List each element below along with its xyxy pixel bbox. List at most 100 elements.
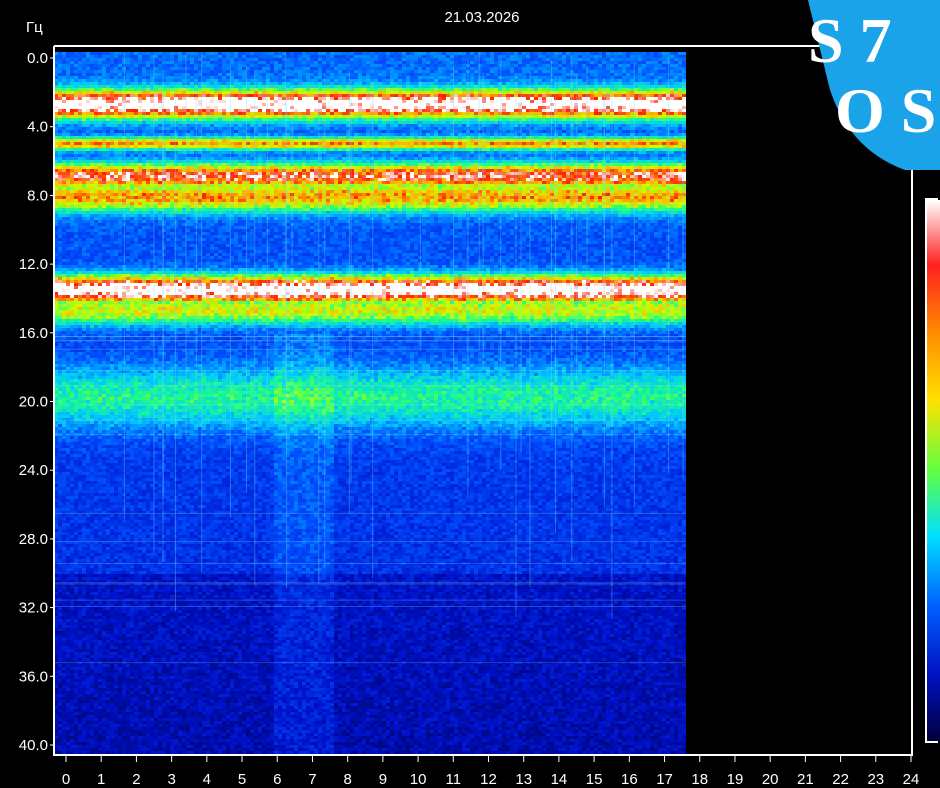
heatmap-cell	[542, 52, 546, 55]
heatmap-cell	[94, 52, 98, 55]
heatmap-cell	[434, 58, 438, 61]
heatmap-cell	[102, 73, 106, 76]
heatmap-cell	[446, 64, 450, 67]
heatmap-cell	[670, 52, 674, 55]
heatmap-cell	[598, 70, 602, 73]
heatmap-cells	[54, 52, 686, 754]
heatmap-cell	[270, 64, 274, 67]
heatmap-cell	[106, 55, 110, 58]
heatmap-cell	[438, 55, 442, 58]
heatmap-cell	[270, 70, 274, 73]
heatmap-cell	[138, 64, 142, 67]
heatmap-cell	[174, 58, 178, 61]
heatmap-cell	[138, 73, 142, 76]
heatmap-cell	[74, 52, 78, 55]
heatmap-cell	[150, 64, 154, 67]
heatmap-cell	[370, 58, 374, 61]
heatmap-cell	[362, 67, 366, 70]
heatmap-cell	[202, 61, 206, 64]
heatmap-cell	[406, 70, 410, 73]
heatmap-cell	[146, 67, 150, 70]
heatmap-cell	[146, 61, 150, 64]
heatmap-cell	[318, 70, 322, 73]
heatmap-cell	[338, 55, 342, 58]
heatmap-cell	[390, 67, 394, 70]
heatmap-cell	[566, 61, 570, 64]
heatmap-cell	[342, 64, 346, 67]
heatmap-cell	[614, 52, 618, 55]
heatmap-cell	[422, 55, 426, 58]
heatmap-cell	[430, 73, 434, 76]
heatmap-cell	[66, 70, 70, 73]
heatmap-cell	[134, 76, 138, 79]
heatmap-cell	[562, 67, 566, 70]
heatmap-cell	[302, 52, 306, 55]
heatmap-cell	[622, 61, 626, 64]
heatmap-cell	[254, 52, 258, 55]
heatmap-cell	[378, 64, 382, 67]
heatmap-cell	[314, 73, 318, 76]
heatmap-cell	[642, 61, 646, 64]
heatmap-cell	[530, 73, 534, 76]
heatmap-cell	[346, 61, 350, 64]
heatmap-cell	[62, 73, 66, 76]
heatmap-cell	[574, 64, 578, 67]
heatmap-cell	[510, 64, 514, 67]
heatmap-cell	[114, 52, 118, 55]
heatmap-cell	[422, 64, 426, 67]
heatmap-cell	[458, 70, 462, 73]
heatmap-cell	[534, 52, 538, 55]
heatmap-cell	[598, 55, 602, 58]
heatmap-cell	[462, 55, 466, 58]
heatmap-cell	[186, 67, 190, 70]
heatmap-cell	[182, 70, 186, 73]
heatmap-cell	[678, 70, 682, 73]
heatmap-cell	[382, 52, 386, 55]
heatmap-cell	[590, 61, 594, 64]
heatmap-cell	[166, 55, 170, 58]
heatmap-cell	[286, 64, 290, 67]
heatmap-cell	[86, 58, 90, 61]
heatmap-cell	[70, 58, 74, 61]
heatmap-cell	[334, 67, 338, 70]
heatmap-cell	[382, 73, 386, 76]
heatmap-cell	[462, 52, 466, 55]
heatmap-cell	[298, 58, 302, 61]
heatmap-cell	[642, 73, 646, 76]
heatmap-cell	[538, 70, 542, 73]
heatmap-cell	[398, 73, 402, 76]
heatmap-cell	[210, 52, 214, 55]
heatmap-cell	[554, 67, 558, 70]
heatmap-cell	[126, 58, 130, 61]
heatmap-cell	[366, 73, 370, 76]
heatmap-cell	[630, 52, 634, 55]
heatmap-cell	[58, 64, 62, 67]
heatmap-cell	[550, 64, 554, 67]
heatmap-cell	[506, 58, 510, 61]
heatmap-cell	[422, 73, 426, 76]
heatmap-cell	[510, 55, 514, 58]
heatmap-cell	[170, 52, 174, 55]
heatmap-cell	[582, 73, 586, 76]
heatmap-cell	[442, 61, 446, 64]
heatmap-cell	[142, 70, 146, 73]
heatmap-cell	[546, 64, 550, 67]
heatmap-cell	[58, 76, 62, 79]
heatmap-cell	[590, 73, 594, 76]
heatmap-cell	[574, 70, 578, 73]
heatmap-cell	[390, 73, 394, 76]
heatmap-cell	[58, 67, 62, 70]
heatmap-cell	[502, 52, 506, 55]
heatmap-cell	[202, 55, 206, 58]
heatmap-cell	[458, 64, 462, 67]
heatmap-cell	[370, 73, 374, 76]
heatmap-cell	[558, 52, 562, 55]
heatmap-cell	[330, 67, 334, 70]
heatmap-cell	[630, 67, 634, 70]
heatmap-cell	[238, 67, 242, 70]
heatmap-cell	[662, 52, 666, 55]
heatmap-cell	[66, 64, 70, 67]
heatmap-cell	[398, 70, 402, 73]
heatmap-cell	[338, 73, 342, 76]
heatmap-cell	[522, 58, 526, 61]
